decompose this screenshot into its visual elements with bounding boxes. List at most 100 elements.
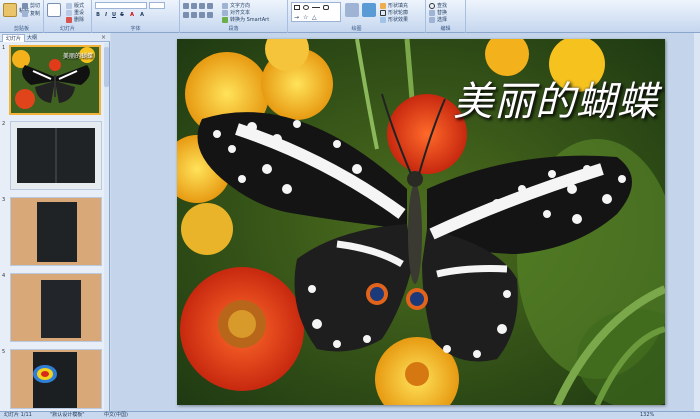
font-color-button[interactable]: A: [129, 12, 135, 18]
slide-thumbnail-1[interactable]: 美丽的蝴蝶: [9, 45, 101, 115]
find-button[interactable]: 查找: [429, 2, 447, 9]
rounded-rect-shape-icon[interactable]: [323, 5, 329, 10]
slide-title[interactable]: 美丽的蝴蝶: [453, 69, 658, 127]
scissors-icon: [22, 2, 28, 9]
numbering-icon[interactable]: [191, 3, 197, 9]
status-bar: 幻灯片 1/11 "默认设计模板" 中文(中国) 132%: [0, 411, 700, 419]
shape-fill-button[interactable]: 形状填充: [380, 2, 408, 9]
bold-button[interactable]: B: [95, 12, 101, 18]
strikethrough-button[interactable]: S: [119, 12, 125, 18]
delete-button[interactable]: 删除: [66, 16, 84, 23]
thumbnail-number: 4: [2, 273, 6, 279]
thumbnail-row-3: 3: [0, 197, 106, 269]
slide-editing-area: 美丽的蝴蝶: [111, 33, 700, 411]
open-book-thumbnail-image: [11, 122, 101, 189]
drawing-group: → ☆ △ 形状填充 形状轮廓 形状效果 绘图: [288, 0, 426, 33]
wing-pattern-thumbnail-image: [11, 350, 101, 408]
current-slide[interactable]: 美丽的蝴蝶: [177, 39, 665, 405]
cut-button[interactable]: 剪切: [22, 2, 40, 9]
paragraph-group: 文字方向 对齐文本 转换为 SmartArt 段落: [180, 0, 288, 33]
align-text-button[interactable]: 对齐文本: [222, 9, 250, 16]
clipboard-icon: [3, 3, 17, 17]
thumbnail-number: 5: [2, 349, 6, 355]
theme-name: "默认设计模板": [50, 412, 85, 418]
thumbnail-number: 1: [2, 45, 6, 51]
quick-styles-button[interactable]: [362, 3, 376, 17]
replace-button[interactable]: 替换: [429, 9, 447, 16]
font-size-select[interactable]: [149, 2, 165, 9]
shape-outline-button[interactable]: 形状轮廓: [380, 9, 408, 16]
thumbnail-row-5: 5: [0, 349, 106, 419]
slide-thumbnail-2[interactable]: [10, 121, 102, 190]
increase-indent-icon[interactable]: [207, 3, 213, 9]
smartart-icon: [222, 16, 228, 23]
search-icon: [429, 2, 435, 9]
font-group: B I U S A A 字体: [92, 0, 180, 33]
slide-thumbnail-5[interactable]: [10, 349, 102, 409]
thumbnail-number: 3: [2, 197, 6, 203]
underline-button[interactable]: U: [111, 12, 117, 18]
thumbnail-scrollbar[interactable]: [104, 43, 109, 411]
justify-icon[interactable]: [207, 12, 213, 18]
align-left-icon[interactable]: [183, 12, 189, 18]
text-direction-icon: [222, 2, 228, 9]
zoom-level[interactable]: 132%: [640, 412, 654, 419]
slide-thumbnail-3[interactable]: [10, 197, 102, 266]
tab-slides[interactable]: 幻灯片: [2, 34, 26, 42]
new-slide-button[interactable]: [47, 3, 61, 17]
pen-icon: [380, 9, 386, 16]
rectangle-shape-icon[interactable]: [294, 5, 300, 10]
thumbnail-row-4: 4: [0, 273, 106, 345]
editing-group: 查找 替换 选择 编辑: [426, 0, 466, 33]
tab-outline[interactable]: 大纲: [24, 34, 40, 42]
slide-thumbnail-pane: 幻灯片 大纲 × 1 美丽的蝴蝶 2 3 4 5: [0, 33, 110, 411]
smartart-button[interactable]: 转换为 SmartArt: [222, 16, 269, 23]
triangle-shape-icon[interactable]: △: [312, 14, 317, 21]
layout-icon: [66, 2, 72, 9]
closed-book-thumbnail-image: [11, 198, 101, 265]
slide-thumbnail-4[interactable]: [10, 273, 102, 342]
bullets-icon[interactable]: [183, 3, 189, 9]
folded-paper-thumbnail-image: [11, 274, 101, 341]
slides-group-label: 幻灯片: [59, 26, 75, 32]
paint-bucket-icon: [380, 2, 386, 9]
arrow-shape-icon[interactable]: →: [294, 14, 299, 21]
font-name-select[interactable]: [95, 2, 147, 9]
star-shape-icon[interactable]: ☆: [303, 14, 308, 21]
close-icon[interactable]: ×: [101, 34, 106, 41]
oval-shape-icon[interactable]: [303, 5, 309, 10]
select-button[interactable]: 选择: [429, 16, 447, 23]
paragraph-group-label: 段落: [228, 26, 239, 32]
layout-button[interactable]: 版式: [66, 2, 84, 9]
arrange-icon: [345, 3, 359, 17]
delete-icon: [66, 16, 72, 23]
decrease-indent-icon[interactable]: [199, 3, 205, 9]
clipboard-group: 粘贴 剪切 复制 剪贴板: [0, 0, 44, 33]
thumbnail-title: 美丽的蝴蝶: [63, 53, 94, 60]
pane-tabs: 幻灯片 大纲 ×: [0, 33, 110, 42]
italic-button[interactable]: I: [103, 12, 109, 18]
thumbnail-row-1: 1 美丽的蝴蝶: [0, 45, 106, 117]
clipboard-group-label: 剪贴板: [13, 26, 29, 32]
copy-button[interactable]: 复制: [22, 10, 40, 17]
shape-effects-button[interactable]: 形状效果: [380, 16, 408, 23]
language: 中文(中国): [104, 412, 128, 418]
align-right-icon[interactable]: [199, 12, 205, 18]
text-direction-button[interactable]: 文字方向: [222, 2, 250, 9]
replace-icon: [429, 9, 435, 16]
effects-icon: [380, 16, 386, 23]
reset-icon: [66, 9, 72, 16]
new-slide-icon: [47, 3, 61, 17]
reset-button[interactable]: 重设: [66, 9, 84, 16]
copy-icon: [22, 10, 28, 17]
slide-scrollbar[interactable]: [694, 33, 700, 411]
slides-group: 版式 重设 删除 幻灯片: [44, 0, 92, 33]
arrange-button[interactable]: [345, 3, 359, 17]
line-shape-icon[interactable]: [312, 7, 320, 8]
shapes-gallery[interactable]: → ☆ △: [291, 2, 341, 22]
scrollbar-thumb[interactable]: [104, 47, 109, 87]
grow-font-icon[interactable]: A: [139, 12, 145, 18]
align-text-icon: [222, 9, 228, 16]
align-center-icon[interactable]: [191, 12, 197, 18]
slide-count: 幻灯片 1/11: [4, 412, 32, 418]
